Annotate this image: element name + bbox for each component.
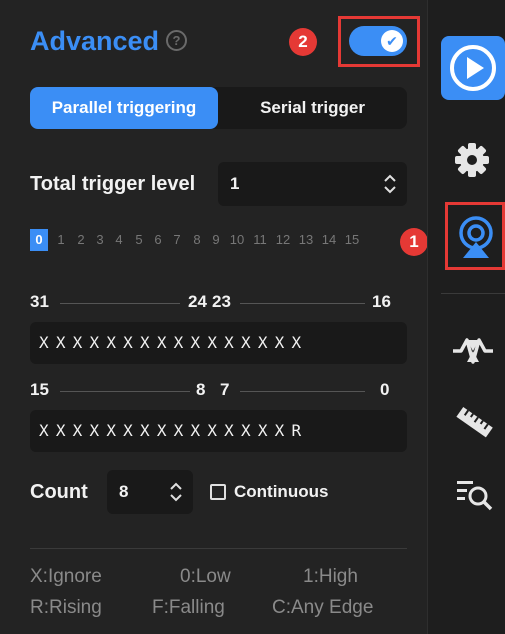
bit-24-label: 24 (188, 292, 207, 311)
divider (30, 548, 407, 549)
total-trigger-level-value: 1 (230, 174, 240, 193)
ruler-line (240, 391, 365, 392)
bit-23-label: 23 (212, 292, 231, 311)
tab-parallel-triggering[interactable]: Parallel triggering (30, 87, 218, 129)
chevron-updown-icon (170, 482, 182, 502)
divider (441, 293, 505, 294)
level-4[interactable]: 4 (112, 229, 126, 251)
total-trigger-level-select[interactable]: 1 (218, 162, 407, 206)
bit-7-label: 7 (220, 380, 230, 399)
annotation-marker-2: 2 (289, 28, 317, 56)
gear-icon[interactable] (452, 140, 492, 180)
level-7[interactable]: 7 (170, 229, 184, 251)
trigger-mode-tabs: Parallel triggering Serial trigger (30, 87, 407, 129)
ruler-line (60, 303, 180, 304)
level-12[interactable]: 12 (272, 229, 294, 251)
upper-word-pattern-value: XXXXXXXXXXXXXXXX (39, 333, 309, 352)
check-icon: ✔ (381, 30, 403, 52)
count-select[interactable]: 8 (107, 470, 193, 514)
bit-8-label: 8 (196, 380, 206, 399)
level-6[interactable]: 6 (151, 229, 165, 251)
level-9[interactable]: 9 (209, 229, 223, 251)
bit-15-label: 15 (30, 380, 49, 399)
legend-f-falling: F:Falling (152, 597, 225, 618)
bit-0-label: 0 (380, 380, 390, 399)
search-list-icon[interactable] (455, 476, 495, 514)
annotation-marker-1: 1 (400, 228, 428, 256)
ruler-line (240, 303, 365, 304)
tab-serial-trigger[interactable]: Serial trigger (218, 87, 407, 129)
level-0[interactable]: 0 (30, 229, 48, 251)
legend-0-low: 0:Low (180, 566, 231, 587)
legend-c-any-edge: C:Any Edge (272, 597, 374, 618)
total-trigger-level-label: Total trigger level (30, 173, 196, 195)
level-8[interactable]: 8 (190, 229, 204, 251)
legend-r-rising: R:Rising (30, 597, 102, 618)
bit-31-label: 31 (30, 292, 49, 311)
level-13[interactable]: 13 (295, 229, 317, 251)
advanced-toggle[interactable]: ✔ (349, 26, 407, 56)
trigger-icon[interactable] (455, 214, 497, 260)
play-icon (450, 45, 496, 91)
ruler-line (60, 391, 190, 392)
level-1[interactable]: 1 (54, 229, 68, 251)
continuous-checkbox[interactable] (210, 484, 226, 500)
legend-x-ignore: X:Ignore (30, 566, 102, 587)
level-2[interactable]: 2 (74, 229, 88, 251)
level-3[interactable]: 3 (93, 229, 107, 251)
lower-word-pattern-value: XXXXXXXXXXXXXXXR (39, 421, 309, 440)
ruler-icon[interactable] (453, 402, 495, 444)
waveform-icon[interactable] (451, 336, 495, 366)
advanced-trigger-panel: Advanced ? 2 ✔ Parallel triggering Seria… (0, 0, 428, 634)
question-circle-icon[interactable]: ? (166, 30, 187, 51)
count-value: 8 (119, 482, 129, 501)
level-10[interactable]: 10 (226, 229, 248, 251)
bit-16-label: 16 (372, 292, 391, 311)
upper-word-pattern[interactable]: XXXXXXXXXXXXXXXX (30, 322, 407, 364)
continuous-label: Continuous (234, 482, 329, 501)
legend-1-high: 1:High (303, 566, 358, 587)
count-label: Count (30, 481, 88, 503)
level-5[interactable]: 5 (132, 229, 146, 251)
level-14[interactable]: 14 (318, 229, 340, 251)
advanced-title: Advanced (30, 26, 160, 56)
chevron-updown-icon (384, 174, 396, 194)
lower-word-pattern[interactable]: XXXXXXXXXXXXXXXR (30, 410, 407, 452)
level-15[interactable]: 15 (341, 229, 363, 251)
play-button[interactable] (441, 36, 505, 100)
level-11[interactable]: 11 (249, 229, 271, 251)
